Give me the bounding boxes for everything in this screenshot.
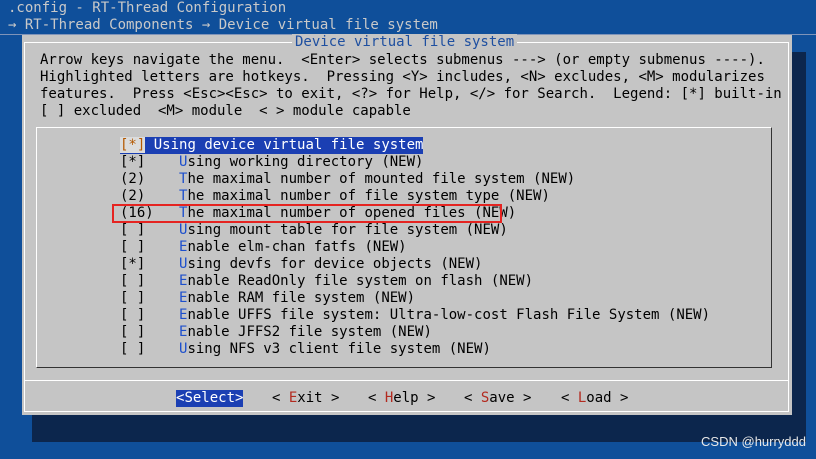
- item-label: he maximal number of file system type (N…: [187, 188, 550, 204]
- item-label: sing mount table for file system (NEW): [187, 222, 508, 238]
- item-mark: [ ]: [120, 239, 146, 255]
- select-button[interactable]: <Select>: [176, 390, 244, 407]
- menu-item-nfs[interactable]: [ ] Using NFS v3 client file system (NEW…: [120, 341, 491, 358]
- menu-item-elm-fatfs[interactable]: [ ] Enable elm-chan fatfs (NEW): [120, 239, 407, 256]
- help-text-line: Arrow keys navigate the menu. <Enter> se…: [40, 52, 765, 68]
- watermark: CSDN @hurryddd: [701, 434, 806, 449]
- button-bar-divider: [24, 380, 789, 381]
- menu-item-jffs2[interactable]: [ ] Enable JFFS2 file system (NEW): [120, 324, 432, 341]
- item-label: nable elm-chan fatfs (NEW): [187, 239, 407, 255]
- dialog-title: Device virtual file system: [292, 34, 518, 51]
- item-mark: [ ]: [120, 273, 146, 289]
- load-button[interactable]: < Load >: [561, 390, 628, 407]
- item-hotkey: U: [153, 137, 163, 153]
- menu-item-max-mounted[interactable]: (2) The maximal number of mounted file s…: [120, 171, 575, 188]
- select-hotkey: S: [184, 390, 193, 406]
- item-label: sing devfs for device objects (NEW): [187, 256, 483, 272]
- item-mark: [ ]: [120, 324, 146, 340]
- breadcrumb: → RT-Thread Components → Device virtual …: [8, 17, 438, 33]
- item-label: sing NFS v3 client file system (NEW): [187, 341, 491, 357]
- item-mark: (2): [120, 188, 146, 204]
- save-button[interactable]: < Save >: [464, 390, 531, 407]
- item-mark: [*]: [120, 137, 146, 153]
- help-text-line: Highlighted letters are hotkeys. Pressin…: [40, 69, 765, 85]
- item-label: nable RAM file system (NEW): [187, 290, 416, 306]
- menu-item-mount-table[interactable]: [ ] Using mount table for file system (N…: [120, 222, 508, 239]
- item-label: sing working directory (NEW): [187, 154, 424, 170]
- item-mark: [*]: [120, 154, 146, 170]
- item-label: sing device virtual file system: [162, 137, 424, 153]
- help-text-line: features. Press <Esc><Esc> to exit, <?> …: [40, 86, 782, 102]
- menu-item-use-dfs[interactable]: [*] Using device virtual file system: [120, 137, 424, 154]
- menu-item-devfs[interactable]: [*] Using devfs for device objects (NEW): [120, 256, 482, 273]
- menu-item-working-directory[interactable]: [*] Using working directory (NEW): [120, 154, 423, 171]
- item-mark: [ ]: [120, 307, 146, 323]
- menu-item-uffs[interactable]: [ ] Enable UFFS file system: Ultra-low-c…: [120, 307, 710, 324]
- annotation-highlight-box: [112, 204, 502, 223]
- item-mark: [ ]: [120, 222, 146, 238]
- item-mark: (2): [120, 171, 146, 187]
- exit-button[interactable]: < Exit >: [272, 390, 339, 407]
- menu-item-ramfs[interactable]: [ ] Enable RAM file system (NEW): [120, 290, 415, 307]
- item-mark: [ ]: [120, 341, 146, 357]
- item-label: nable ReadOnly file system on flash (NEW…: [187, 273, 534, 289]
- window-title: .config - RT-Thread Configuration: [8, 0, 287, 16]
- item-label: he maximal number of mounted file system…: [187, 171, 576, 187]
- item-mark: [*]: [120, 256, 146, 272]
- item-label: nable JFFS2 file system (NEW): [187, 324, 432, 340]
- menu-item-romfs[interactable]: [ ] Enable ReadOnly file system on flash…: [120, 273, 533, 290]
- item-label: nable UFFS file system: Ultra-low-cost F…: [187, 307, 711, 323]
- menu-item-max-fs-type[interactable]: (2) The maximal number of file system ty…: [120, 188, 550, 205]
- item-mark: [ ]: [120, 290, 146, 306]
- help-text-line: [ ] excluded <M> module < > module capab…: [40, 103, 411, 119]
- help-button[interactable]: < Help >: [368, 390, 435, 407]
